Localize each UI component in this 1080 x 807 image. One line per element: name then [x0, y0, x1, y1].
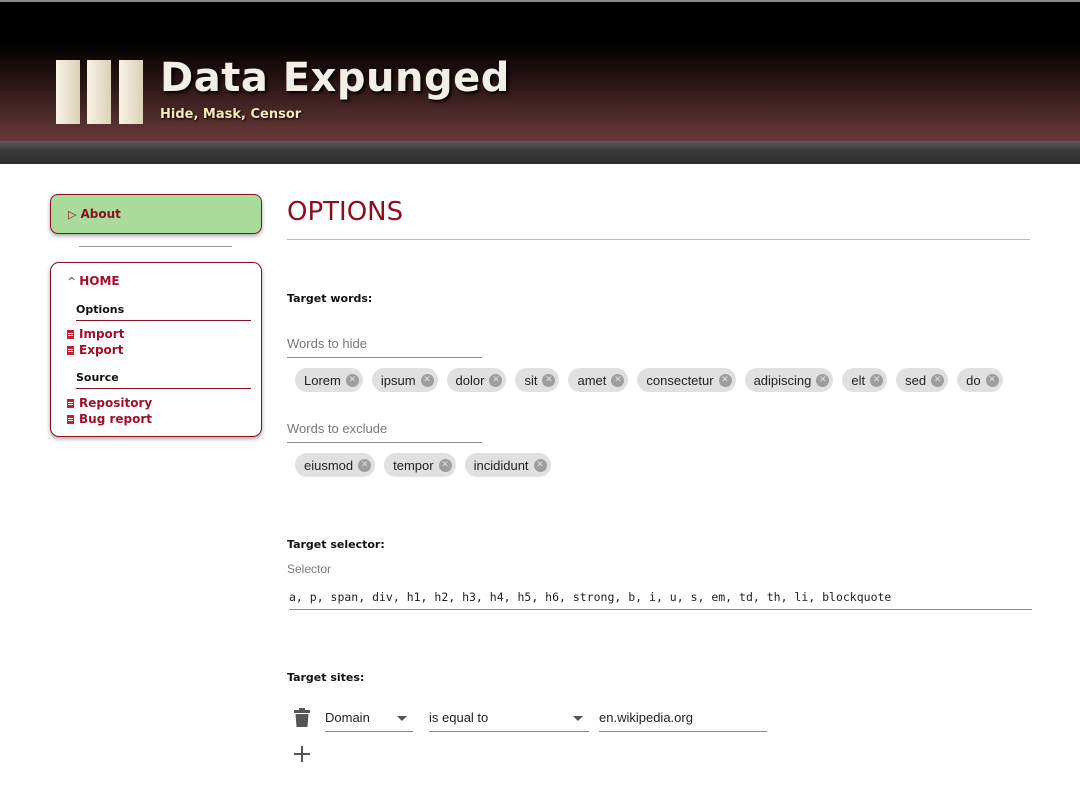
site-operator-select[interactable]: is equal to	[429, 704, 589, 732]
about-button[interactable]: ▷ About	[50, 194, 262, 234]
nav-import-link[interactable]: Import	[67, 327, 124, 341]
site-title: Data Expunged	[160, 55, 510, 101]
nav-repository-link[interactable]: Repository	[67, 396, 152, 410]
target-words-label: Target words:	[287, 292, 373, 305]
plus-icon[interactable]	[294, 745, 310, 763]
exclude-chip-list: eiusmod ✕ tempor ✕ incididunt ✕	[295, 453, 551, 477]
document-icon	[67, 330, 74, 339]
chip-label: Lorem	[304, 372, 341, 388]
sidebar-divider	[79, 246, 232, 247]
word-chip: amet ✕	[568, 368, 629, 392]
site-field-select[interactable]: Domain	[325, 704, 413, 732]
title-divider	[287, 239, 1030, 240]
words-to-exclude-input[interactable]: Words to exclude	[287, 415, 482, 443]
selector-input[interactable]: a, p, span, div, h1, h2, h3, h4, h5, h6,…	[289, 584, 1032, 610]
header-band	[0, 141, 1080, 164]
chip-label: ipsum	[380, 372, 416, 388]
about-label: About	[80, 207, 121, 221]
word-chip: elt ✕	[842, 368, 888, 392]
word-chip: tempor ✕	[384, 453, 456, 477]
document-icon	[67, 399, 74, 408]
dropdown-arrow-icon	[397, 716, 407, 721]
word-chip: incididunt ✕	[464, 453, 551, 477]
nav-import-label: Import	[79, 327, 125, 341]
chip-remove-icon[interactable]: ✕	[985, 373, 999, 387]
chip-remove-icon[interactable]: ✕	[611, 373, 625, 387]
nav-bug-report-label: Bug report	[79, 412, 153, 426]
word-chip: Lorem ✕	[295, 368, 363, 392]
chip-remove-icon[interactable]: ✕	[420, 373, 434, 387]
word-chip: sit ✕	[515, 368, 560, 392]
site-header: Data Expunged Hide, Mask, Censor	[0, 0, 1080, 141]
chip-label: tempor	[393, 457, 434, 473]
site-operator-select-value: is equal to	[429, 710, 489, 725]
caret-up-icon: ^	[67, 275, 77, 288]
word-chip: ipsum ✕	[371, 368, 438, 392]
nav-section-source: Source	[76, 371, 251, 389]
page-title: OPTIONS	[287, 197, 404, 227]
target-selector-label: Target selector:	[287, 538, 385, 551]
site-subtitle: Hide, Mask, Censor	[160, 107, 302, 122]
words-to-hide-input[interactable]: Words to hide	[287, 330, 482, 358]
chip-label: do	[966, 372, 981, 388]
chip-remove-icon[interactable]: ✕	[533, 458, 547, 472]
hide-chip-list: Lorem ✕ ipsum ✕ dolor ✕ sit ✕ amet ✕ consectetur ✕ a…	[295, 368, 1003, 392]
chip-remove-icon[interactable]: ✕	[870, 373, 884, 387]
nav-repository-label: Repository	[79, 396, 153, 410]
chip-label: sed	[905, 372, 927, 388]
document-icon	[67, 346, 74, 355]
chip-remove-icon[interactable]: ✕	[718, 373, 732, 387]
chip-remove-icon[interactable]: ✕	[816, 373, 830, 387]
sidebar-nav: ^ HOME Options Import Export Source Repos…	[50, 262, 262, 437]
chip-label: sit	[524, 372, 538, 388]
chip-label: incididunt	[473, 457, 529, 473]
trash-icon[interactable]	[294, 708, 310, 728]
site-field-select-value: Domain	[325, 710, 370, 725]
nav-export-label: Export	[79, 343, 124, 357]
dropdown-arrow-icon	[573, 716, 583, 721]
chip-label: dolor	[455, 372, 485, 388]
word-chip: dolor ✕	[446, 368, 507, 392]
chip-remove-icon[interactable]: ✕	[438, 458, 452, 472]
three-bars-logo-icon	[56, 60, 146, 124]
word-chip: consectetur ✕	[637, 368, 736, 392]
chip-remove-icon[interactable]: ✕	[489, 373, 503, 387]
site-value-input[interactable]: en.wikipedia.org	[599, 704, 767, 732]
word-chip: eiusmod ✕	[295, 453, 376, 477]
chip-remove-icon[interactable]: ✕	[931, 373, 945, 387]
chip-remove-icon[interactable]: ✕	[345, 373, 359, 387]
chip-label: adipiscing	[753, 372, 812, 388]
chip-label: amet	[577, 372, 607, 388]
triangle-right-icon: ▷	[68, 207, 77, 221]
chip-label: eiusmod	[304, 457, 354, 473]
nav-home-label: HOME	[79, 274, 120, 288]
chip-label: elt	[851, 372, 866, 388]
selector-caption: Selector	[287, 562, 332, 576]
document-icon	[67, 415, 74, 424]
chip-remove-icon[interactable]: ✕	[542, 373, 556, 387]
word-chip: sed ✕	[896, 368, 949, 392]
chip-label: consectetur	[646, 372, 714, 388]
target-sites-label: Target sites:	[287, 671, 365, 684]
nav-home-link[interactable]: ^ HOME	[67, 274, 120, 288]
word-chip: do ✕	[957, 368, 1003, 392]
chip-remove-icon[interactable]: ✕	[358, 458, 372, 472]
nav-bug-report-link[interactable]: Bug report	[67, 412, 152, 426]
nav-export-link[interactable]: Export	[67, 343, 123, 357]
word-chip: adipiscing ✕	[744, 368, 834, 392]
nav-section-options: Options	[76, 303, 251, 321]
